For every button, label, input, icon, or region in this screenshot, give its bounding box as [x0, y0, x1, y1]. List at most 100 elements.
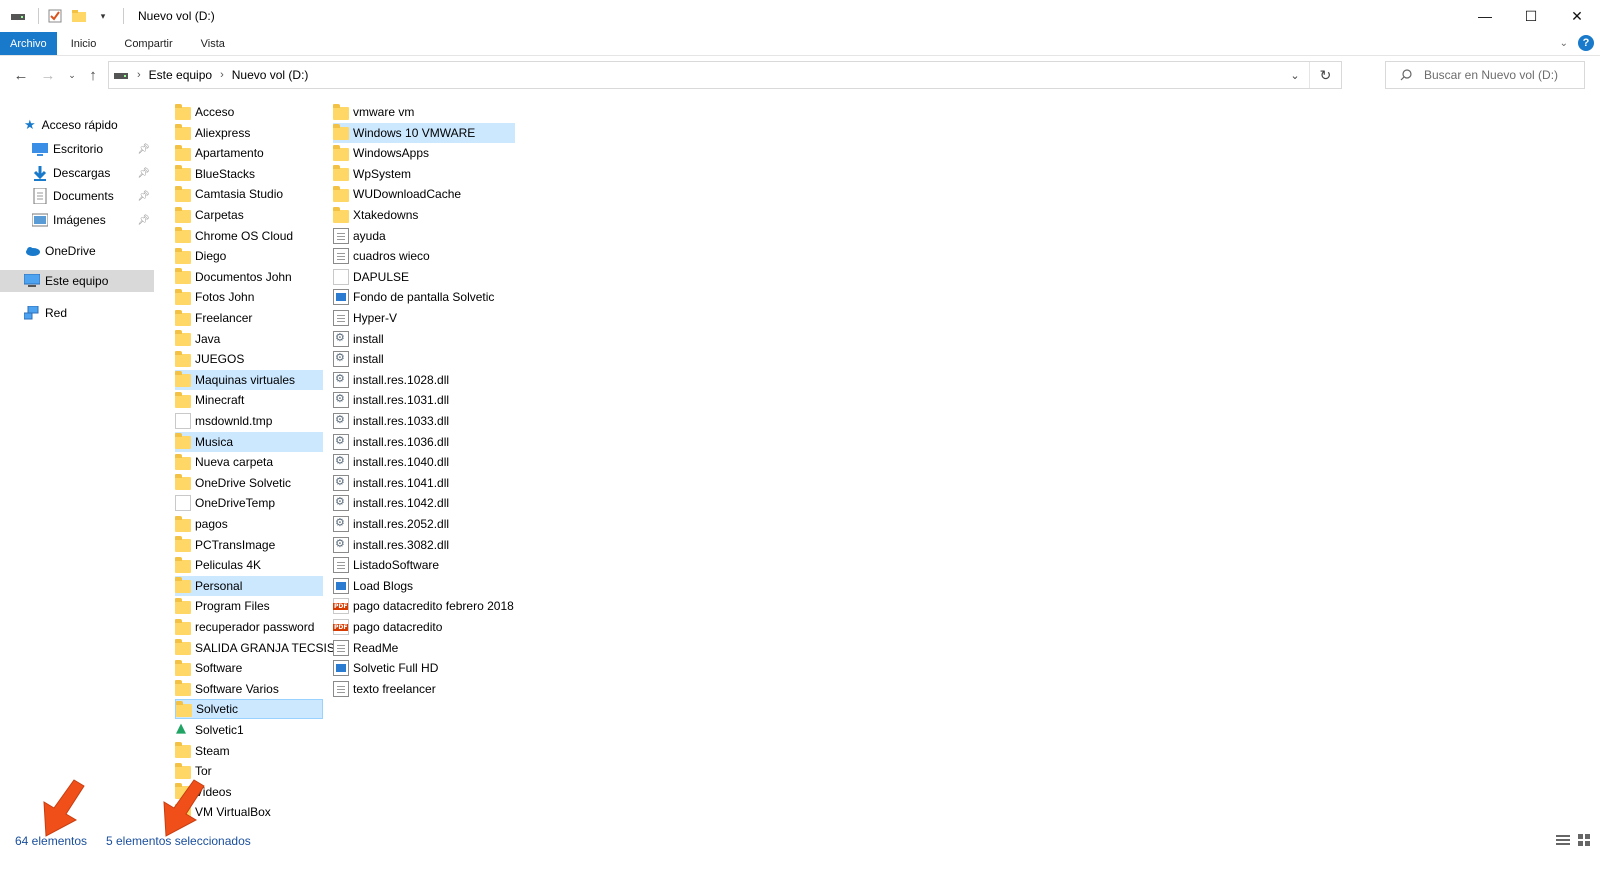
file-item-pctransimage[interactable]: PCTransImage: [175, 535, 323, 555]
file-item-install-res-1041-dll[interactable]: install.res.1041.dll: [333, 473, 515, 493]
file-item-ayuda[interactable]: ayuda: [333, 226, 515, 246]
file-item-install-res-1031-dll[interactable]: install.res.1031.dll: [333, 390, 515, 410]
file-item-windows-10-vmware[interactable]: Windows 10 VMWARE: [333, 122, 515, 143]
nav-imagenes[interactable]: Imágenes 📌︎: [32, 209, 154, 231]
tab-inicio[interactable]: Inicio: [57, 32, 111, 55]
file-item-cuadros-wieco[interactable]: cuadros wieco: [333, 246, 515, 266]
file-item-pago-datacredito[interactable]: pago datacredito: [333, 617, 515, 637]
file-item-freelancer[interactable]: Freelancer: [175, 308, 323, 328]
refresh-icon[interactable]: ↻: [1309, 62, 1341, 88]
file-item-chrome-os-cloud[interactable]: Chrome OS Cloud: [175, 226, 323, 246]
tab-compartir[interactable]: Compartir: [110, 32, 186, 55]
nav-descargas[interactable]: Descargas 📌︎: [32, 162, 154, 184]
file-item-install[interactable]: install: [333, 329, 515, 349]
file-item-hyper-v[interactable]: Hyper-V: [333, 308, 515, 328]
file-item-install-res-1042-dll[interactable]: install.res.1042.dll: [333, 493, 515, 513]
new-folder-icon[interactable]: [69, 6, 89, 26]
breadcrumb-este-equipo[interactable]: Este equipo: [149, 68, 212, 82]
file-item-solvetic[interactable]: Solvetic: [175, 699, 323, 720]
pin-icon[interactable]: 📌︎: [137, 168, 150, 179]
file-item-install-res-1036-dll[interactable]: install.res.1036.dll: [333, 432, 515, 452]
file-item-acceso[interactable]: Acceso: [175, 102, 323, 122]
file-item-bluestacks[interactable]: BlueStacks: [175, 164, 323, 184]
file-item-camtasia-studio[interactable]: Camtasia Studio: [175, 184, 323, 204]
file-item-wpsystem[interactable]: WpSystem: [333, 164, 515, 184]
breadcrumb-nuevo-vol[interactable]: Nuevo vol (D:): [232, 68, 309, 82]
file-item-apartamento[interactable]: Apartamento: [175, 143, 323, 163]
up-icon[interactable]: ↑: [82, 64, 104, 86]
file-item-xtakedowns[interactable]: Xtakedowns: [333, 205, 515, 225]
forward-icon[interactable]: →: [37, 64, 59, 86]
file-item-maquinas-virtuales[interactable]: Maquinas virtuales: [175, 369, 323, 390]
properties-icon[interactable]: [45, 6, 65, 26]
minimize-button[interactable]: —: [1462, 0, 1508, 32]
file-item-personal[interactable]: Personal: [175, 575, 323, 596]
pin-icon[interactable]: 📌︎: [137, 215, 150, 226]
file-item-dapulse[interactable]: DAPULSE: [333, 267, 515, 287]
nav-este-equipo[interactable]: Este equipo: [0, 270, 154, 292]
file-item-software[interactable]: Software: [175, 658, 323, 678]
pin-icon[interactable]: 📌︎: [137, 144, 150, 155]
file-item-steam[interactable]: Steam: [175, 741, 323, 761]
file-item-wudownloadcache[interactable]: WUDownloadCache: [333, 184, 515, 204]
chevron-right-icon[interactable]: ›: [137, 69, 141, 81]
file-item-software-varios[interactable]: Software Varios: [175, 679, 323, 699]
tab-vista[interactable]: Vista: [187, 32, 239, 55]
file-item-install-res-1028-dll[interactable]: install.res.1028.dll: [333, 370, 515, 390]
close-button[interactable]: ✕: [1554, 0, 1600, 32]
file-item-install[interactable]: install: [333, 349, 515, 369]
file-item-vmware-vm[interactable]: vmware vm: [333, 102, 515, 122]
file-item-aliexpress[interactable]: Aliexpress: [175, 123, 323, 143]
file-item-minecraft[interactable]: Minecraft: [175, 390, 323, 410]
nav-escritorio[interactable]: Escritorio 📌︎: [32, 138, 154, 160]
nav-documents[interactable]: Documents 📌︎: [32, 185, 154, 207]
file-item-fotos-john[interactable]: Fotos John: [175, 287, 323, 307]
file-item-peliculas-4k[interactable]: Peliculas 4K: [175, 555, 323, 575]
drive-icon[interactable]: [8, 6, 28, 26]
file-item-pago-datacredito-febrero-2018[interactable]: pago datacredito febrero 2018: [333, 596, 515, 616]
pin-icon[interactable]: 📌︎: [137, 191, 150, 202]
address-dropdown-icon[interactable]: ⌄: [1283, 62, 1307, 88]
file-item-onedrivetemp[interactable]: OneDriveTemp: [175, 493, 323, 513]
file-item-documentos-john[interactable]: Documentos John: [175, 267, 323, 287]
file-item-windowsapps[interactable]: WindowsApps: [333, 143, 515, 163]
file-item-nueva-carpeta[interactable]: Nueva carpeta: [175, 452, 323, 472]
file-item-fondo-de-pantalla-solvetic[interactable]: Fondo de pantalla Solvetic: [333, 287, 515, 307]
nav-quick-access[interactable]: ★ Acceso rápido: [24, 114, 154, 136]
file-item-java[interactable]: Java: [175, 329, 323, 349]
file-item-juegos[interactable]: JUEGOS: [175, 349, 323, 369]
file-item-readme[interactable]: ReadMe: [333, 638, 515, 658]
tab-archivo[interactable]: Archivo: [0, 32, 57, 55]
file-item-recuperador-password[interactable]: recuperador password: [175, 617, 323, 637]
file-item-texto-freelancer[interactable]: texto freelancer: [333, 679, 515, 699]
chevron-right-icon[interactable]: ›: [220, 69, 224, 81]
file-item-solvetic1[interactable]: Solvetic1: [175, 720, 323, 740]
file-item-diego[interactable]: Diego: [175, 246, 323, 266]
back-icon[interactable]: ←: [10, 64, 32, 86]
maximize-button[interactable]: ☐: [1508, 0, 1554, 32]
file-item-musica[interactable]: Musica: [175, 431, 323, 452]
file-item-program-files[interactable]: Program Files: [175, 596, 323, 616]
file-item-carpetas[interactable]: Carpetas: [175, 205, 323, 225]
file-item-load-blogs[interactable]: Load Blogs: [333, 576, 515, 596]
nav-red[interactable]: Red: [24, 302, 154, 324]
large-icons-view-icon[interactable]: [1578, 834, 1590, 846]
address-bar[interactable]: › Este equipo › Nuevo vol (D:) ⌄ ↻: [108, 61, 1342, 89]
file-item-onedrive-solvetic[interactable]: OneDrive Solvetic: [175, 473, 323, 493]
details-view-icon[interactable]: [1556, 834, 1570, 846]
recent-locations-icon[interactable]: ⌄: [61, 64, 83, 86]
file-item-solvetic-full-hd[interactable]: Solvetic Full HD: [333, 658, 515, 678]
file-item-install-res-2052-dll[interactable]: install.res.2052.dll: [333, 514, 515, 534]
expand-ribbon-icon[interactable]: ⌄: [1560, 38, 1568, 49]
file-item-listadosoftware[interactable]: ListadoSoftware: [333, 555, 515, 575]
file-item-install-res-1040-dll[interactable]: install.res.1040.dll: [333, 452, 515, 472]
file-item-msdownld-tmp[interactable]: msdownld.tmp: [175, 411, 323, 431]
file-item-install-res-3082-dll[interactable]: install.res.3082.dll: [333, 535, 515, 555]
search-box[interactable]: Buscar en Nuevo vol (D:): [1385, 61, 1585, 89]
file-item-salida-granja-tecsis[interactable]: SALIDA GRANJA TECSIS: [175, 638, 335, 658]
file-item-pagos[interactable]: pagos: [175, 514, 323, 534]
file-item-install-res-1033-dll[interactable]: install.res.1033.dll: [333, 411, 515, 431]
help-icon[interactable]: ?: [1578, 35, 1594, 51]
customize-toolbar-icon[interactable]: ▾: [93, 6, 113, 26]
nav-onedrive[interactable]: OneDrive: [24, 240, 154, 262]
